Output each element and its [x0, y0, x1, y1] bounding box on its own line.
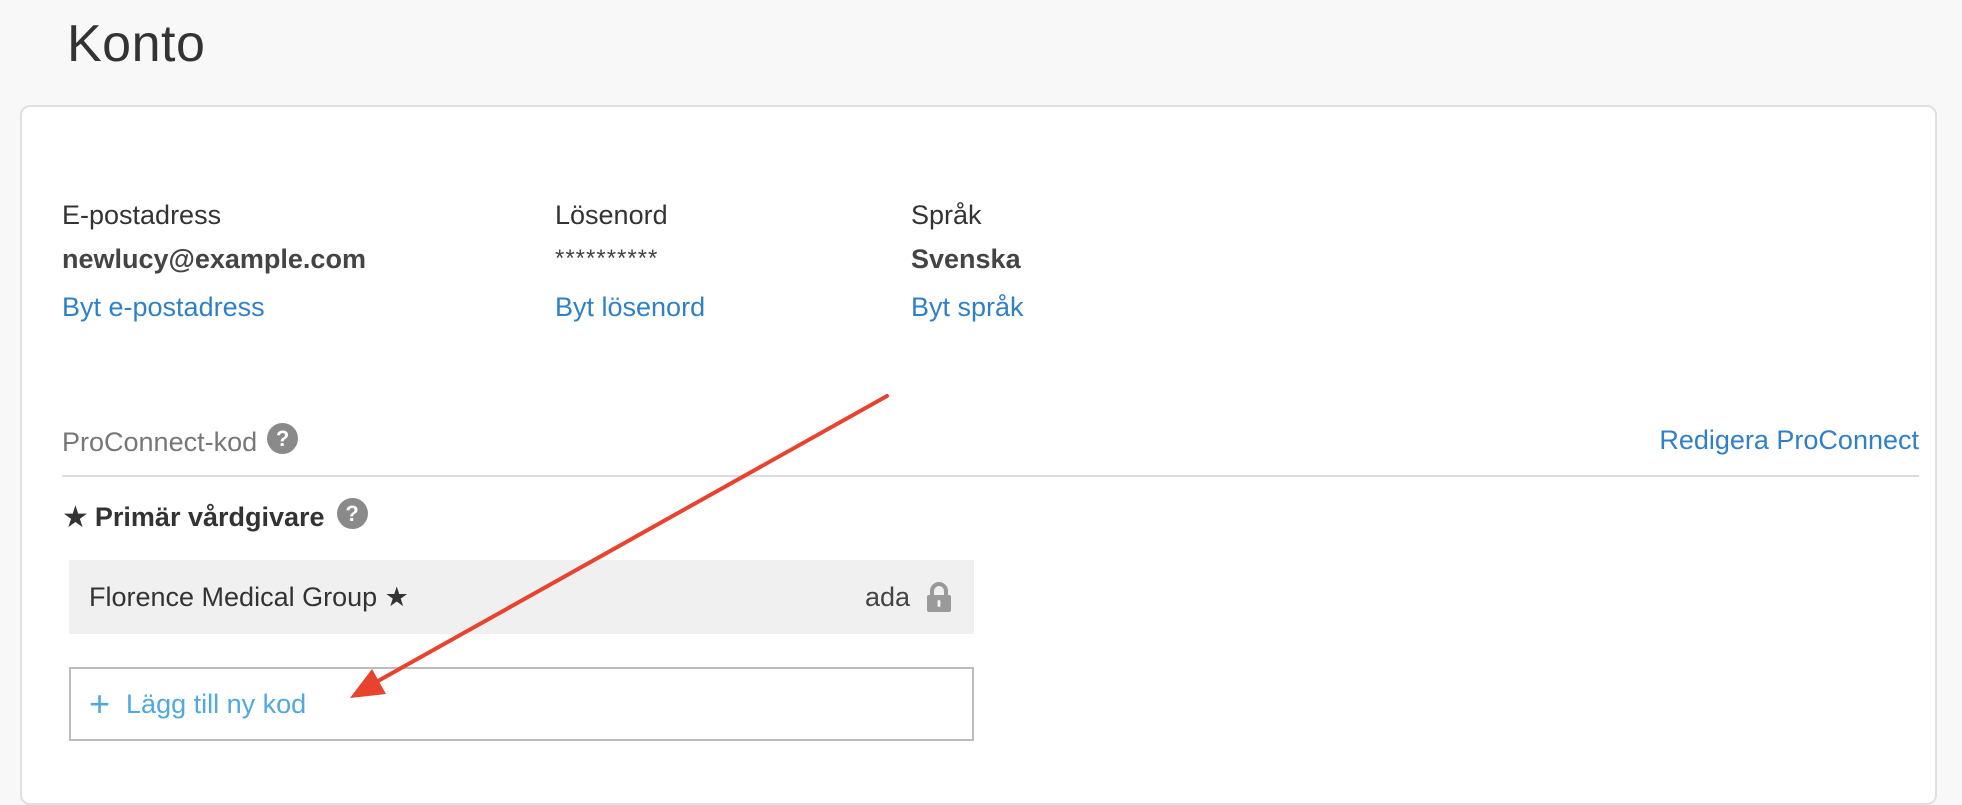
add-new-code-button[interactable]: + Lägg till ny kod: [69, 667, 974, 741]
change-password-link[interactable]: Byt lösenord: [555, 283, 705, 331]
add-new-code-label: Lägg till ny kod: [126, 688, 307, 719]
star-icon: ★: [62, 501, 89, 534]
proconnect-section-header: ProConnect-kod ? Redigera ProConnect: [62, 415, 1919, 477]
primary-provider-label: Primär vårdgivare: [94, 502, 325, 532]
provider-code-group: ada: [865, 582, 952, 613]
account-card: E-postadress newlucy@example.com Byt e-p…: [20, 105, 1937, 805]
lock-icon: [927, 582, 951, 612]
provider-row[interactable]: Florence Medical Group ★ ada: [69, 560, 974, 634]
change-language-link[interactable]: Byt språk: [911, 283, 1024, 331]
plus-icon: +: [89, 683, 111, 724]
edit-proconnect-link[interactable]: Redigera ProConnect: [1659, 425, 1919, 456]
primary-provider-heading: ★ Primär vårdgivare ?: [62, 498, 368, 535]
change-email-link[interactable]: Byt e-postadress: [62, 283, 366, 331]
password-field-group: Lösenord ********** Byt lösenord: [555, 195, 705, 331]
password-label: Lösenord: [555, 200, 668, 230]
email-label: E-postadress: [62, 200, 222, 230]
language-value: Svenska: [911, 244, 1021, 274]
help-circle-icon[interactable]: ?: [336, 498, 368, 529]
proconnect-title-group: ProConnect-kod ?: [62, 423, 299, 458]
email-value: newlucy@example.com: [62, 244, 366, 274]
language-label: Språk: [911, 200, 982, 230]
password-value: **********: [555, 245, 659, 272]
proconnect-title: ProConnect-kod: [62, 427, 258, 457]
page-title: Konto: [67, 15, 206, 73]
provider-name: Florence Medical Group ★: [89, 581, 409, 612]
language-field-group: Språk Svenska Byt språk: [911, 195, 1024, 331]
help-circle-icon[interactable]: ?: [267, 423, 299, 454]
provider-code: ada: [864, 581, 910, 612]
email-field-group: E-postadress newlucy@example.com Byt e-p…: [62, 195, 366, 331]
